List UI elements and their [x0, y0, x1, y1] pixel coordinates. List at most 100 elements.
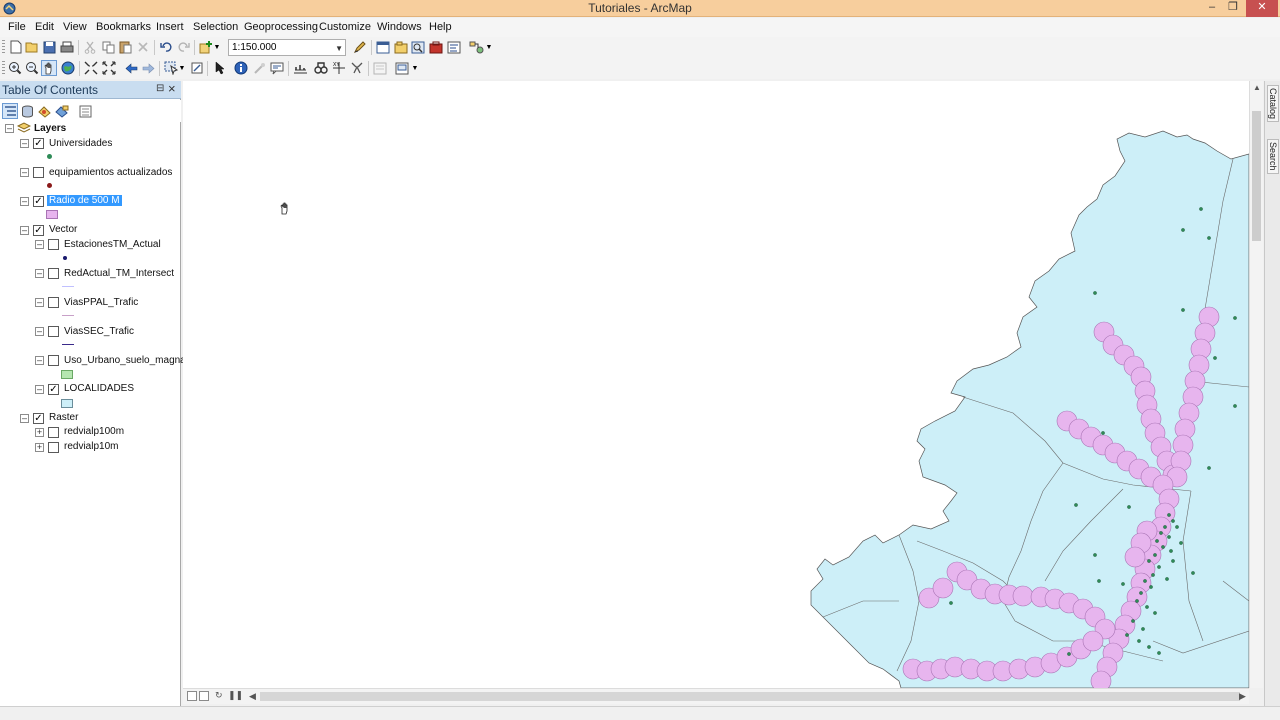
collapse-estaciones-toggle[interactable]: – [35, 240, 44, 249]
close-icon[interactable]: × [168, 81, 176, 96]
measure-icon[interactable] [269, 60, 285, 76]
select-elements-icon[interactable] [211, 60, 227, 76]
viassec-visibility-checkbox[interactable] [48, 326, 59, 337]
go-to-xy-icon[interactable]: XY [331, 60, 347, 76]
new-document-icon[interactable] [8, 39, 24, 55]
map-scale-combo[interactable]: 1:150.000 ▼ [228, 39, 346, 56]
map-vertical-scrollbar[interactable]: ▲ [1249, 81, 1263, 688]
universidades-point-symbol[interactable] [47, 154, 52, 159]
back-extent-icon[interactable] [123, 60, 139, 76]
scroll-left-icon[interactable]: ◀ [249, 691, 256, 702]
maximize-button[interactable]: ❐ [1222, 0, 1244, 17]
collapse-redactual-toggle[interactable]: – [35, 269, 44, 278]
localidades-visibility-checkbox[interactable]: ✓ [48, 384, 59, 395]
paste-icon[interactable] [117, 39, 133, 55]
group-vector[interactable]: Vector [49, 224, 77, 235]
equipamientos-point-symbol[interactable] [47, 183, 52, 188]
collapse-viasppal-toggle[interactable]: – [35, 298, 44, 307]
editor-icon[interactable] [352, 39, 368, 55]
horizontal-scroll-thumb[interactable] [260, 692, 1240, 701]
layers-root-label[interactable]: Layers [34, 123, 66, 134]
equipamientos-visibility-checkbox[interactable] [33, 167, 44, 178]
redvial100-visibility-checkbox[interactable] [48, 427, 59, 438]
raster-visibility-checkbox[interactable]: ✓ [33, 413, 44, 424]
layer-uso-urbano[interactable]: Uso_Urbano_suelo_magna [64, 355, 186, 366]
collapse-layers-toggle[interactable]: – [5, 124, 14, 133]
full-extent-icon[interactable] [60, 60, 76, 76]
menu-view[interactable]: View [63, 21, 87, 33]
pan-icon[interactable] [41, 60, 57, 76]
map-horizontal-scrollbar[interactable]: ↻ ❚❚ ◀ ▶ [183, 688, 1249, 704]
collapse-equipamientos-toggle[interactable]: – [20, 168, 29, 177]
pin-icon[interactable]: ⊟ [156, 83, 164, 94]
pause-drawing-icon[interactable]: ❚❚ [228, 690, 243, 701]
toolbar-options-icon[interactable]: ▼ [484, 39, 494, 55]
viassec-line-symbol[interactable] [62, 344, 74, 345]
add-data-icon[interactable] [198, 39, 214, 55]
search-tab[interactable]: Search [1267, 139, 1279, 174]
arctoolbox-icon[interactable] [428, 39, 444, 55]
expand-redvial10-toggle[interactable]: + [35, 443, 44, 452]
collapse-localidades-toggle[interactable]: – [35, 385, 44, 394]
estaciones-visibility-checkbox[interactable] [48, 239, 59, 250]
redo-icon[interactable] [175, 39, 191, 55]
vertical-scroll-thumb[interactable] [1252, 111, 1261, 241]
refresh-icon[interactable]: ↻ [215, 690, 223, 701]
layout-icon[interactable] [394, 60, 410, 76]
toolbar-options-icon[interactable]: ▼ [410, 60, 420, 76]
create-viewer-icon[interactable] [372, 60, 388, 76]
find-icon[interactable] [292, 60, 308, 76]
layer-radio-de-500m[interactable]: Radio de 500 M [47, 195, 122, 206]
menu-insert[interactable]: Insert [156, 21, 184, 33]
uso-visibility-checkbox[interactable] [48, 355, 59, 366]
map-canvas[interactable] [183, 81, 1249, 688]
universidades-visibility-checkbox[interactable]: ✓ [33, 138, 44, 149]
toolbar-grip[interactable] [2, 40, 5, 55]
print-icon[interactable] [59, 39, 75, 55]
uso-polygon-symbol[interactable] [61, 370, 73, 379]
cut-icon[interactable] [82, 39, 98, 55]
close-button[interactable]: ✕ [1246, 0, 1278, 17]
data-view-button[interactable] [187, 691, 197, 701]
layer-redvialp10m[interactable]: redvialp10m [64, 441, 118, 452]
minimize-button[interactable]: – [1201, 0, 1223, 17]
html-popup-icon[interactable] [251, 60, 267, 76]
collapse-uso-toggle[interactable]: – [35, 356, 44, 365]
delete-icon[interactable] [135, 39, 151, 55]
clear-selection-icon[interactable] [189, 60, 205, 76]
layer-localidades[interactable]: LOCALIDADES [64, 383, 134, 394]
toolbar-grip[interactable] [2, 61, 5, 76]
estaciones-point-symbol[interactable] [63, 256, 67, 260]
redactual-visibility-checkbox[interactable] [48, 268, 59, 279]
fixed-zoom-out-icon[interactable] [101, 60, 117, 76]
layout-view-button[interactable] [199, 691, 209, 701]
list-by-drawing-order-icon[interactable] [2, 103, 18, 119]
open-icon[interactable] [24, 39, 40, 55]
group-raster[interactable]: Raster [49, 412, 78, 423]
menu-windows[interactable]: Windows [377, 21, 422, 33]
menu-selection[interactable]: Selection [193, 21, 238, 33]
collapse-viassec-toggle[interactable]: – [35, 327, 44, 336]
layer-universidades[interactable]: Universidades [49, 138, 112, 149]
catalog-icon[interactable] [393, 39, 409, 55]
menu-bookmarks[interactable]: Bookmarks [96, 21, 151, 33]
menu-help[interactable]: Help [429, 21, 452, 33]
list-by-source-icon[interactable] [19, 103, 35, 119]
expand-redvial100-toggle[interactable]: + [35, 428, 44, 437]
chevron-down-icon[interactable]: ▼ [335, 44, 343, 53]
layer-viasppal[interactable]: ViasPPAL_Trafic [64, 297, 138, 308]
search-icon[interactable] [410, 39, 426, 55]
select-dropdown-icon[interactable]: ▼ [178, 60, 186, 76]
fixed-zoom-in-icon[interactable] [83, 60, 99, 76]
layer-redvialp100m[interactable]: redvialp100m [64, 426, 124, 437]
copy-icon[interactable] [100, 39, 116, 55]
add-data-dropdown-icon[interactable]: ▼ [213, 39, 221, 55]
model-builder-icon[interactable] [468, 39, 484, 55]
collapse-raster-toggle[interactable]: – [20, 414, 29, 423]
list-by-selection-icon[interactable] [54, 103, 70, 119]
redvial10-visibility-checkbox[interactable] [48, 442, 59, 453]
vector-visibility-checkbox[interactable]: ✓ [33, 225, 44, 236]
undo-icon[interactable] [158, 39, 174, 55]
layer-equipamientos[interactable]: equipamientos actualizados [49, 167, 172, 178]
menu-edit[interactable]: Edit [35, 21, 54, 33]
